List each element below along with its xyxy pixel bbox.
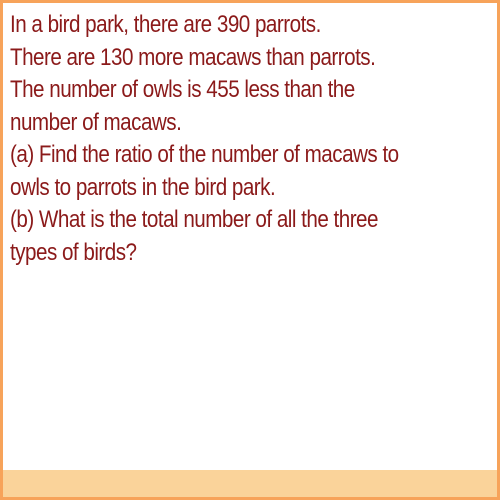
question-a-line: owls to parrots in the bird park. bbox=[10, 173, 276, 201]
problem-line: The number of owls is 455 less than the bbox=[10, 76, 355, 103]
problem-card: In a bird park, there are 390 parrots. T… bbox=[0, 0, 500, 500]
question-b-line: (b) What is the total number of all the … bbox=[10, 206, 379, 233]
problem-line: number of macaws. bbox=[10, 108, 182, 136]
question-a-line: (a) Find the ratio of the number of maca… bbox=[10, 141, 399, 168]
problem-line: In a bird park, there are 390 parrots. bbox=[10, 11, 321, 38]
problem-line: There are 130 more macaws than parrots. bbox=[10, 43, 376, 71]
problem-text: In a bird park, there are 390 parrots. T… bbox=[10, 9, 496, 269]
footer-bar bbox=[3, 470, 497, 497]
question-b-line: types of birds? bbox=[10, 238, 137, 266]
